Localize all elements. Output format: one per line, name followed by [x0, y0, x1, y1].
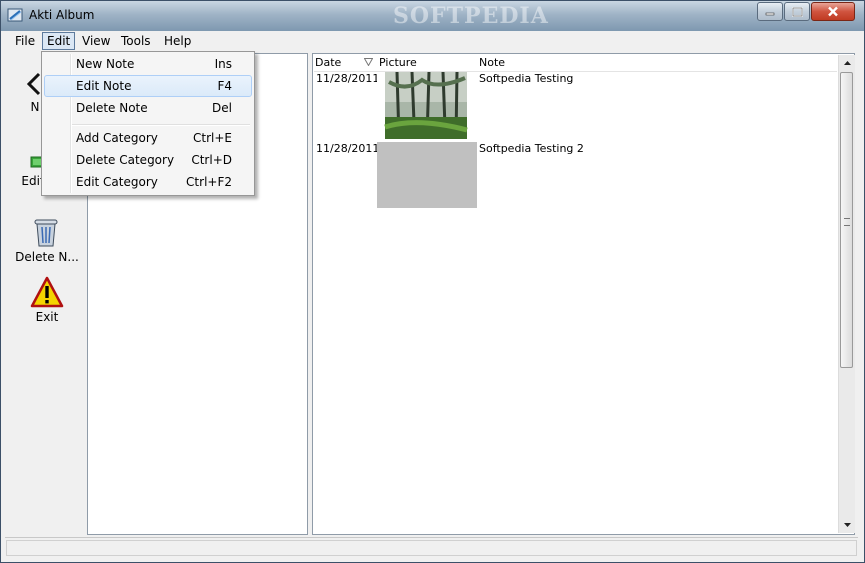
- row-date: 11/28/2011: [316, 72, 380, 85]
- delete-note-button[interactable]: Delete N...: [5, 216, 85, 266]
- scrollbar-thumb[interactable]: [840, 72, 853, 368]
- column-header-note[interactable]: Note: [479, 55, 505, 71]
- menu-item-delete-note[interactable]: Delete Note Del: [44, 97, 252, 119]
- menu-item-shortcut: Ctrl+F2: [186, 175, 232, 189]
- menu-item-shortcut: F4: [217, 79, 232, 93]
- scrollbar-grip-icon: [844, 218, 850, 226]
- menu-item-shortcut: Del: [212, 101, 232, 115]
- maximize-button[interactable]: [784, 2, 810, 21]
- row-date: 11/28/2011: [316, 142, 380, 155]
- maximize-icon: [791, 6, 803, 17]
- column-header-picture[interactable]: Picture: [379, 55, 417, 71]
- menu-view[interactable]: View: [78, 32, 114, 50]
- close-button[interactable]: [811, 2, 855, 21]
- album-app-icon: [7, 8, 23, 22]
- sort-descending-icon: [364, 58, 373, 66]
- status-panel: [6, 540, 857, 556]
- scroll-down-button[interactable]: [839, 517, 855, 533]
- menu-item-add-category[interactable]: Add Category Ctrl+E: [44, 127, 252, 149]
- menu-item-shortcut: Ctrl+D: [191, 153, 232, 167]
- menu-edit[interactable]: Edit: [42, 32, 76, 50]
- title-bar[interactable]: Akti Album SOFTPEDIA: [1, 1, 864, 31]
- scroll-up-icon: [843, 61, 851, 65]
- menu-item-label: Delete Category: [76, 153, 175, 167]
- menu-item-delete-category[interactable]: Delete Category Ctrl+D: [44, 149, 252, 171]
- menu-item-edit-note[interactable]: Edit Note F4: [44, 75, 252, 97]
- row-note: Softpedia Testing: [479, 72, 574, 85]
- status-bar: [5, 537, 858, 559]
- exit-button[interactable]: Exit: [5, 276, 85, 326]
- menu-item-label: Delete Note: [76, 101, 148, 115]
- window-title: Akti Album: [29, 8, 95, 22]
- menu-file[interactable]: File: [11, 32, 39, 50]
- menu-separator: [72, 124, 250, 126]
- forest-thumbnail: [377, 72, 477, 139]
- scroll-up-button[interactable]: [839, 55, 855, 71]
- menu-item-new-note[interactable]: New Note Ins: [44, 53, 252, 75]
- scroll-down-icon: [843, 523, 851, 527]
- menu-bar: File Edit View Tools Help: [1, 31, 864, 51]
- empty-thumbnail: [377, 142, 477, 208]
- menu-item-label: Add Category: [76, 131, 158, 145]
- menu-help[interactable]: Help: [160, 32, 195, 50]
- menu-item-shortcut: Ins: [214, 57, 232, 71]
- row-note: Softpedia Testing 2: [479, 142, 584, 155]
- menu-item-edit-category[interactable]: Edit Category Ctrl+F2: [44, 171, 252, 193]
- close-icon: [828, 6, 838, 17]
- minimize-button[interactable]: [757, 2, 783, 21]
- warning-icon: [30, 276, 64, 308]
- trash-icon: [34, 219, 58, 247]
- menu-item-label: Edit Category: [76, 175, 158, 189]
- delete-note-label: Delete N...: [15, 250, 79, 264]
- notes-list-panel[interactable]: Date Picture Note 11/28/2011 Softpedia T…: [312, 53, 855, 535]
- menu-item-label: Edit Note: [76, 79, 132, 93]
- minimize-icon: [765, 12, 775, 15]
- menu-tools[interactable]: Tools: [117, 32, 155, 50]
- column-header-date[interactable]: Date: [315, 55, 341, 71]
- app-window: Akti Album SOFTPEDIA File Edit View Tool…: [0, 0, 865, 563]
- menu-item-label: New Note: [76, 57, 135, 71]
- vertical-scrollbar[interactable]: [838, 55, 855, 533]
- menu-item-shortcut: Ctrl+E: [193, 131, 232, 145]
- softpedia-watermark: SOFTPEDIA: [393, 3, 549, 29]
- exit-label: Exit: [35, 310, 59, 324]
- edit-menu-dropdown: New Note Ins Edit Note F4 Delete Note De…: [41, 51, 255, 196]
